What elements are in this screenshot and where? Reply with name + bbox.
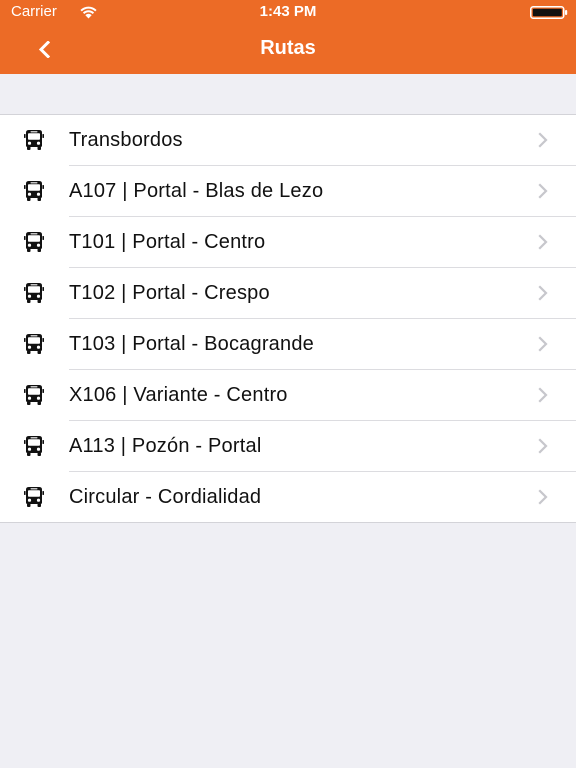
- route-row-2[interactable]: T101 | Portal - Centro: [0, 216, 576, 267]
- route-row-3[interactable]: T102 | Portal - Crespo: [0, 267, 576, 318]
- status-time: 1:43 PM: [259, 3, 317, 20]
- bus-icon: [23, 129, 45, 151]
- navigation-bar: Rutas: [0, 24, 576, 74]
- chevron-right-icon: [538, 132, 548, 148]
- route-label: Transbordos: [69, 129, 183, 151]
- back-button[interactable]: [28, 32, 68, 66]
- route-label: A113 | Pozón - Portal: [69, 435, 262, 457]
- page-title: Rutas: [260, 37, 316, 59]
- route-list: Transbordos A107 | Portal - Blas de Lezo: [0, 114, 576, 523]
- bus-icon: [23, 486, 45, 508]
- bus-icon: [23, 231, 45, 253]
- battery-icon: [530, 6, 568, 19]
- route-label: T103 | Portal - Bocagrande: [69, 333, 314, 355]
- chevron-right-icon: [538, 438, 548, 454]
- chevron-right-icon: [538, 234, 548, 250]
- bus-icon: [23, 435, 45, 457]
- bus-icon: [23, 282, 45, 304]
- status-bar: Carrier 1:43 PM: [0, 0, 576, 24]
- chevron-right-icon: [538, 183, 548, 199]
- chevron-right-icon: [538, 387, 548, 403]
- bus-icon: [23, 180, 45, 202]
- route-row-0[interactable]: Transbordos: [0, 115, 576, 165]
- chevron-left-icon: [38, 41, 50, 58]
- route-label: Circular - Cordialidad: [69, 486, 262, 508]
- route-label: T102 | Portal - Crespo: [69, 282, 270, 304]
- route-row-6[interactable]: A113 | Pozón - Portal: [0, 420, 576, 471]
- route-label: X106 | Variante - Centro: [69, 384, 288, 406]
- chevron-right-icon: [538, 336, 548, 352]
- route-row-7[interactable]: Circular - Cordialidad: [0, 471, 576, 522]
- route-row-4[interactable]: T103 | Portal - Bocagrande: [0, 318, 576, 369]
- route-label: T101 | Portal - Centro: [69, 231, 266, 253]
- route-row-1[interactable]: A107 | Portal - Blas de Lezo: [0, 165, 576, 216]
- chevron-right-icon: [538, 285, 548, 301]
- route-row-5[interactable]: X106 | Variante - Centro: [0, 369, 576, 420]
- chevron-right-icon: [538, 489, 548, 505]
- route-label: A107 | Portal - Blas de Lezo: [69, 180, 324, 202]
- bus-icon: [23, 333, 45, 355]
- bus-icon: [23, 384, 45, 406]
- app-header: Carrier 1:43 PM Rutas: [0, 0, 576, 74]
